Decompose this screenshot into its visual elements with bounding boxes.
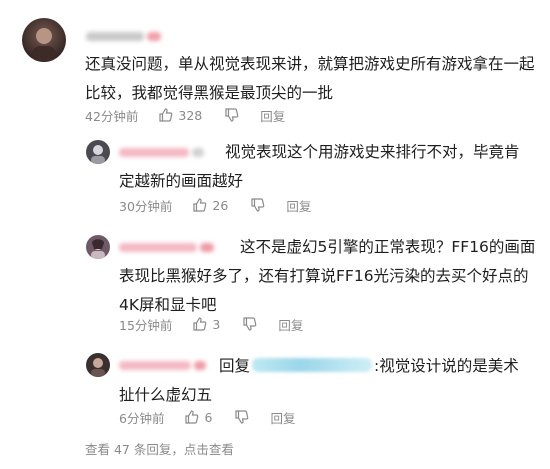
- reply-text: 这不是虚幻5引擎的正常表现？FF16的画面 表现比黑猴好多了，还有打算说FF16…: [119, 238, 536, 314]
- thumbs-down-icon[interactable]: [242, 316, 258, 332]
- username-redacted[interactable]: [86, 29, 161, 43]
- like-count: 6: [204, 409, 213, 425]
- thumbs-down-icon[interactable]: [250, 197, 266, 213]
- comment-text: 还真没问题，单从视觉表现来讲，就算把游戏史所有游戏拿在一起 比较，我都觉得黑猴是…: [85, 55, 535, 102]
- timestamp: 6分钟前: [119, 410, 165, 426]
- timestamp: 15分钟前: [119, 317, 173, 333]
- timestamp: 42分钟前: [85, 108, 139, 124]
- reply-actions: 30分钟前 26 回复: [119, 196, 311, 214]
- thumbs-down-icon[interactable]: [234, 409, 250, 425]
- like-count: 3: [212, 316, 221, 332]
- reply-to-prefix: 回复: [219, 357, 251, 375]
- reply-button[interactable]: 回复: [286, 196, 311, 215]
- avatar[interactable]: [86, 235, 110, 259]
- comment-actions: 42分钟前 328 回复: [85, 106, 285, 124]
- thumbs-up-icon[interactable]: [158, 107, 174, 123]
- reply-button[interactable]: 回复: [270, 408, 295, 427]
- reply-actions: 15分钟前 3 回复: [119, 315, 303, 333]
- thumbs-up-icon[interactable]: [192, 197, 208, 213]
- reply-text: 回复:视觉设计说的是美术 扯什么虚幻五: [119, 357, 519, 404]
- reply-button[interactable]: 回复: [260, 106, 285, 125]
- avatar[interactable]: [22, 18, 66, 62]
- view-more-replies-link[interactable]: 查看 47 条回复，点击查看: [85, 439, 234, 458]
- thumbs-down-icon[interactable]: [224, 107, 240, 123]
- thumbs-up-icon[interactable]: [192, 316, 208, 332]
- mention-redacted[interactable]: [252, 358, 373, 372]
- reply-button[interactable]: 回复: [278, 315, 303, 334]
- avatar[interactable]: [86, 140, 110, 164]
- reply-text: 视觉表现这个用游戏史来排行不对，毕竟肯 定越新的画面越好: [119, 143, 520, 190]
- reply-actions: 6分钟前 6 回复: [119, 408, 295, 426]
- avatar[interactable]: [86, 353, 110, 377]
- like-count: 26: [212, 197, 229, 213]
- like-count: 328: [178, 107, 203, 123]
- timestamp: 30分钟前: [119, 198, 173, 214]
- thumbs-up-icon[interactable]: [184, 409, 200, 425]
